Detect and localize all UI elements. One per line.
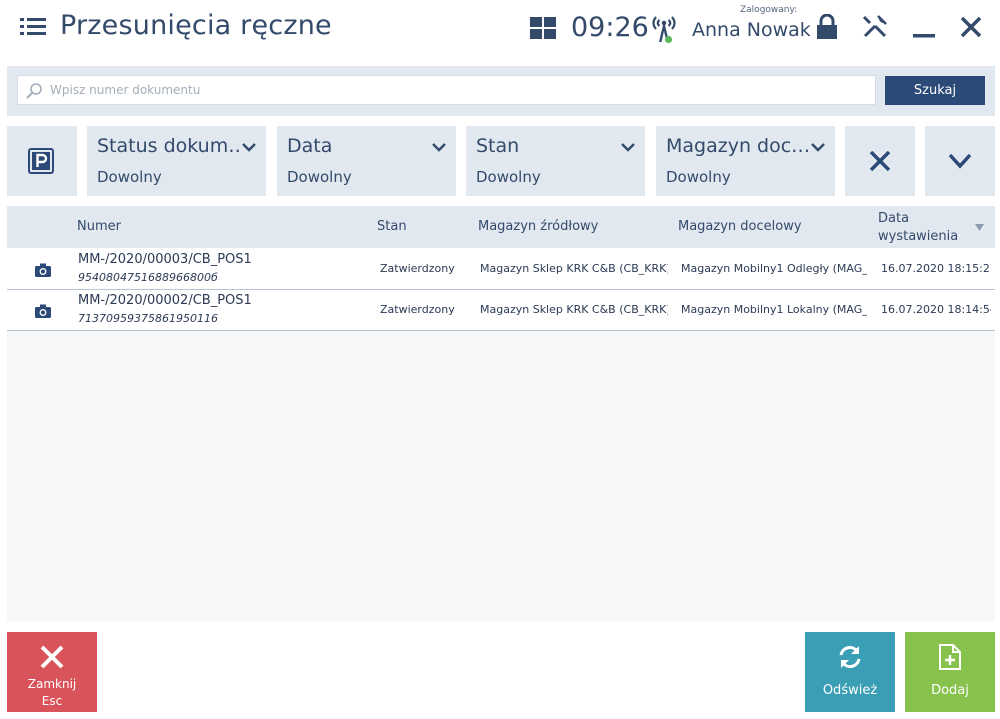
column-header-number[interactable]: Numer [77,219,121,234]
close-button-label-wrap: Zamknij Esc [7,676,97,710]
add-button-label: Dodaj [931,683,969,698]
close-icon [40,645,64,669]
chevron-down-icon [621,143,635,152]
search-input[interactable] [50,76,870,104]
filter-date[interactable]: Data Dowolny [277,126,456,196]
sort-descending-icon[interactable] [975,224,984,231]
clear-icon [869,151,891,171]
filter-value: Dowolny [97,168,162,186]
target-warehouse: Magazyn Mobilny1 Odległy (MAG_MOB1) [681,262,867,275]
refresh-button[interactable]: Odśwież [805,632,895,712]
source-warehouse: Magazyn Sklep KRK C&B (CB_KRK) [480,303,668,316]
issue-date: 16.07.2020 18:14:54 [881,303,991,316]
header-bar: Przesunięcia ręczne 09:26 Zalogowany: An… [0,0,1000,58]
add-button[interactable]: Dodaj [905,632,995,712]
chevron-down-icon [811,143,825,152]
table-row[interactable]: MM-/2020/00002/CB_POS1 71370959375861950… [7,290,995,331]
search-icon [26,83,42,99]
document-state: Zatwierdzony [380,262,455,275]
chevron-down-icon [242,143,256,152]
table-header: Numer Stan Magazyn źródłowy Magazyn doce… [7,206,995,248]
refresh-button-label: Odśwież [822,683,878,698]
user-name: Anna Nowak [692,19,811,41]
refresh-icon [839,646,861,668]
column-header-state[interactable]: Stan [377,219,407,234]
clock: 09:26 [571,12,649,43]
document-code: 9540804751688966800б [78,271,218,284]
page-title: Przesunięcia ręczne [60,10,332,41]
camera-icon [35,304,51,318]
signal-icon [652,16,676,44]
close-button-label: Zamknij [27,677,77,691]
document-number: MM-/2020/00002/CB_POS1 [78,293,252,308]
clear-filters-button[interactable] [845,126,915,196]
filter-document-status[interactable]: Status dokum… Dowolny [87,126,266,196]
filter-bar: Status dokum… Dowolny Data Dowolny Stan … [7,126,995,196]
chevron-down-icon [432,143,446,152]
filter-value: Dowolny [476,168,541,186]
filter-state[interactable]: Stan Dowolny [466,126,645,196]
filter-label: Status dokum… [97,135,242,157]
menu-icon[interactable] [20,16,46,38]
filter-value: Dowolny [666,168,731,186]
search-bar: Szukaj [7,66,995,116]
search-field[interactable] [17,75,876,105]
column-header-date[interactable]: Data wystawienia [878,210,966,246]
logged-in-label: Zalogowany: [740,5,798,15]
filter-label: Magazyn doc… [666,135,811,157]
lock-icon[interactable] [815,14,839,40]
windows-icon[interactable] [530,17,556,39]
camera-icon [35,263,51,277]
chevron-down-icon [949,153,971,169]
filter-target-warehouse[interactable]: Magazyn doc… Dowolny [656,126,835,196]
filter-value: Dowolny [287,168,352,186]
column-header-source[interactable]: Magazyn źródłowy [478,219,598,234]
more-filters-button[interactable] [925,126,995,196]
parked-documents-button[interactable] [7,126,77,196]
column-header-target[interactable]: Magazyn docelowy [678,219,802,234]
table-row[interactable]: MM-/2020/00003/CB_POS1 95408047516889668… [7,249,995,290]
minimize-icon[interactable] [912,14,936,40]
add-document-icon [939,644,961,670]
document-number: MM-/2020/00003/CB_POS1 [78,252,252,267]
target-warehouse: Magazyn Mobilny1 Lokalny (MAG_MOB1) [681,303,867,316]
close-shortcut-label: Esc [41,694,63,708]
issue-date: 16.07.2020 18:15:27 [881,262,991,275]
document-code: 71370959375861950116 [78,312,218,325]
list-empty-area [7,331,995,621]
tools-icon[interactable] [862,14,888,40]
close-button[interactable]: Zamknij Esc [7,632,97,712]
search-button[interactable]: Szukaj [885,76,985,105]
source-warehouse: Magazyn Sklep KRK C&B (CB_KRK) [480,262,668,275]
parking-icon [28,148,54,174]
filter-label: Stan [476,135,520,157]
close-window-icon[interactable] [958,14,984,40]
filter-label: Data [287,135,333,157]
document-state: Zatwierdzony [380,303,455,316]
